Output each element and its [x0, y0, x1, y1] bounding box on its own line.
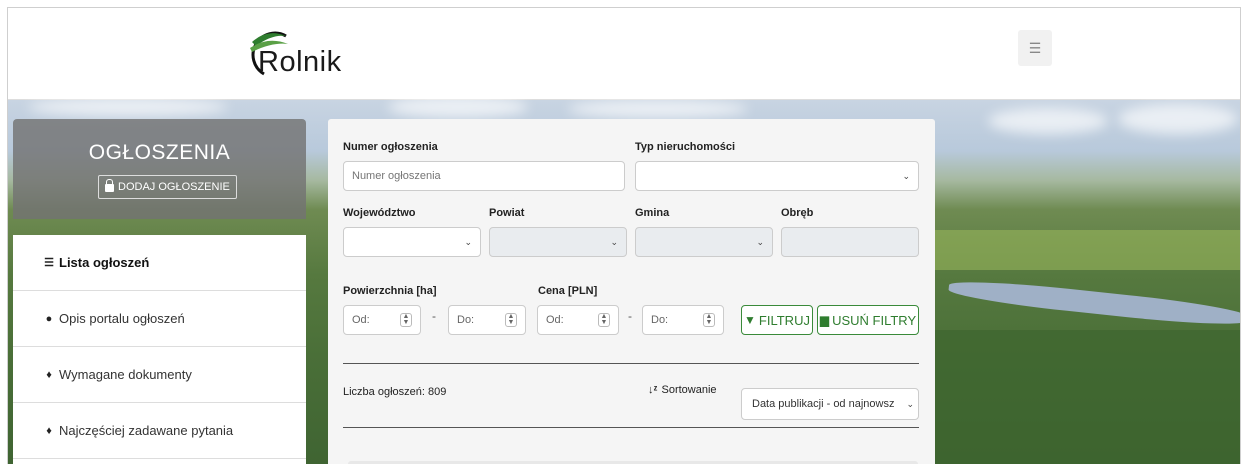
logo[interactable]: Rolnik	[242, 22, 352, 82]
sort-select-value: Data publikacji - od najnowsz	[752, 398, 895, 410]
typ-label: Typ nieruchomości	[635, 141, 736, 153]
spinner-icon[interactable]: ▲ ▼	[598, 313, 610, 327]
numer-label: Numer ogłoszenia	[343, 141, 438, 153]
powierzchnia-do-input[interactable]: Do: ▲ ▼	[448, 305, 526, 335]
range-dash: -	[432, 309, 436, 323]
cena-label: Cena [PLN]	[538, 285, 598, 297]
chevron-down-icon: ⌄	[906, 399, 914, 409]
powierzchnia-label: Powierzchnia [ha]	[343, 285, 437, 297]
divider	[343, 427, 919, 428]
sidebar-item-opis[interactable]: ● Opis portalu ogłoszeń	[13, 291, 306, 347]
obreb-input[interactable]	[781, 227, 919, 257]
sidebar-header: OGŁOSZENIA DODAJ OGŁOSZENIE	[13, 119, 306, 219]
info-icon: ●	[45, 312, 53, 325]
list-icon: ☰	[44, 257, 54, 269]
typ-select[interactable]: ⌄	[635, 161, 919, 191]
filter-button[interactable]: ▼ FILTRUJ	[741, 305, 813, 335]
spinner-icon[interactable]: ▲ ▼	[703, 313, 715, 327]
od-placeholder: Od:	[352, 314, 370, 326]
sidebar-item-label: Najczęściej zadawane pytania	[59, 423, 234, 438]
gmina-label: Gmina	[635, 207, 670, 219]
lock-icon	[105, 179, 114, 192]
sort-select[interactable]: Data publikacji - od najnowsz ⌄	[741, 388, 919, 420]
divider	[343, 363, 919, 364]
cena-do-input[interactable]: Do: ▲ ▼	[642, 305, 724, 335]
site-header: Rolnik ☰	[8, 8, 1240, 100]
sort-label: Sortowanie	[661, 384, 717, 396]
spinner-icon[interactable]: ▲ ▼	[400, 313, 412, 327]
sort-icon: ↓ᶻ	[648, 384, 658, 396]
add-listing-label: DODAJ OGŁOSZENIE	[118, 181, 230, 193]
spinner-icon[interactable]: ▲ ▼	[505, 313, 517, 327]
sidebar-item-dokumenty[interactable]: ♦ Wymagane dokumenty	[13, 347, 306, 403]
chevron-down-icon: ⌄	[756, 237, 764, 247]
add-listing-button[interactable]: DODAJ OGŁOSZENIE	[98, 175, 237, 199]
trash-icon: ▆	[819, 313, 830, 327]
logo-text: Rolnik	[258, 46, 342, 78]
od-placeholder: Od:	[546, 314, 564, 326]
obreb-label: Obręb	[781, 207, 814, 219]
powierzchnia-od-input[interactable]: Od: ▲ ▼	[343, 305, 421, 335]
filter-button-label: FILTRUJ	[758, 312, 810, 328]
sidebar-item-faq[interactable]: ♦ Najczęściej zadawane pytania	[13, 403, 306, 459]
cena-od-input[interactable]: Od: ▲ ▼	[537, 305, 619, 335]
wojewodztwo-select[interactable]: ⌄	[343, 227, 481, 257]
sort-label-group: ↓ᶻ Sortowanie	[648, 384, 717, 396]
gmina-select[interactable]: ⌄	[635, 227, 773, 257]
powiat-select[interactable]: ⌄	[489, 227, 627, 257]
do-placeholder: Do:	[457, 314, 475, 326]
wojewodztwo-label: Województwo	[343, 207, 416, 219]
filter-panel: Numer ogłoszenia Typ nieruchomości ⌄ Woj…	[328, 119, 935, 464]
hamburger-menu-button[interactable]: ☰	[1018, 30, 1052, 66]
numer-input[interactable]	[343, 161, 625, 191]
range-dash: -	[628, 309, 632, 323]
sidebar-menu: ☰ Lista ogłoszeń ● Opis portalu ogłoszeń…	[13, 235, 306, 464]
chevron-down-icon: ⌄	[902, 171, 910, 181]
funnel-icon: ▼	[744, 313, 756, 327]
clear-filters-label: USUŃ FILTRY	[832, 312, 917, 328]
do-placeholder: Do:	[651, 314, 669, 326]
chevron-down-icon: ⌄	[610, 237, 618, 247]
clear-filters-button[interactable]: ▆ USUŃ FILTRY	[817, 305, 919, 335]
sidebar-item-lista[interactable]: ☰ Lista ogłoszeń	[13, 235, 306, 291]
lightbulb-icon: ♦	[46, 424, 52, 437]
chevron-down-icon: ⌄	[464, 237, 472, 247]
sidebar-item-label: Opis portalu ogłoszeń	[59, 311, 185, 326]
lightbulb-icon: ♦	[46, 368, 52, 381]
browser-viewport: Rolnik ☰ OGŁOSZENIA DODAJ OGŁOSZENIE ☰ L…	[7, 7, 1241, 464]
sidebar-title: OGŁOSZENIA	[88, 141, 231, 164]
powiat-label: Powiat	[489, 207, 525, 219]
listing-count: Liczba ogłoszeń: 809	[343, 386, 447, 398]
sidebar-item-label: Lista ogłoszeń	[59, 255, 150, 270]
hamburger-icon: ☰	[1028, 39, 1042, 56]
sidebar-item-label: Wymagane dokumenty	[59, 367, 192, 382]
